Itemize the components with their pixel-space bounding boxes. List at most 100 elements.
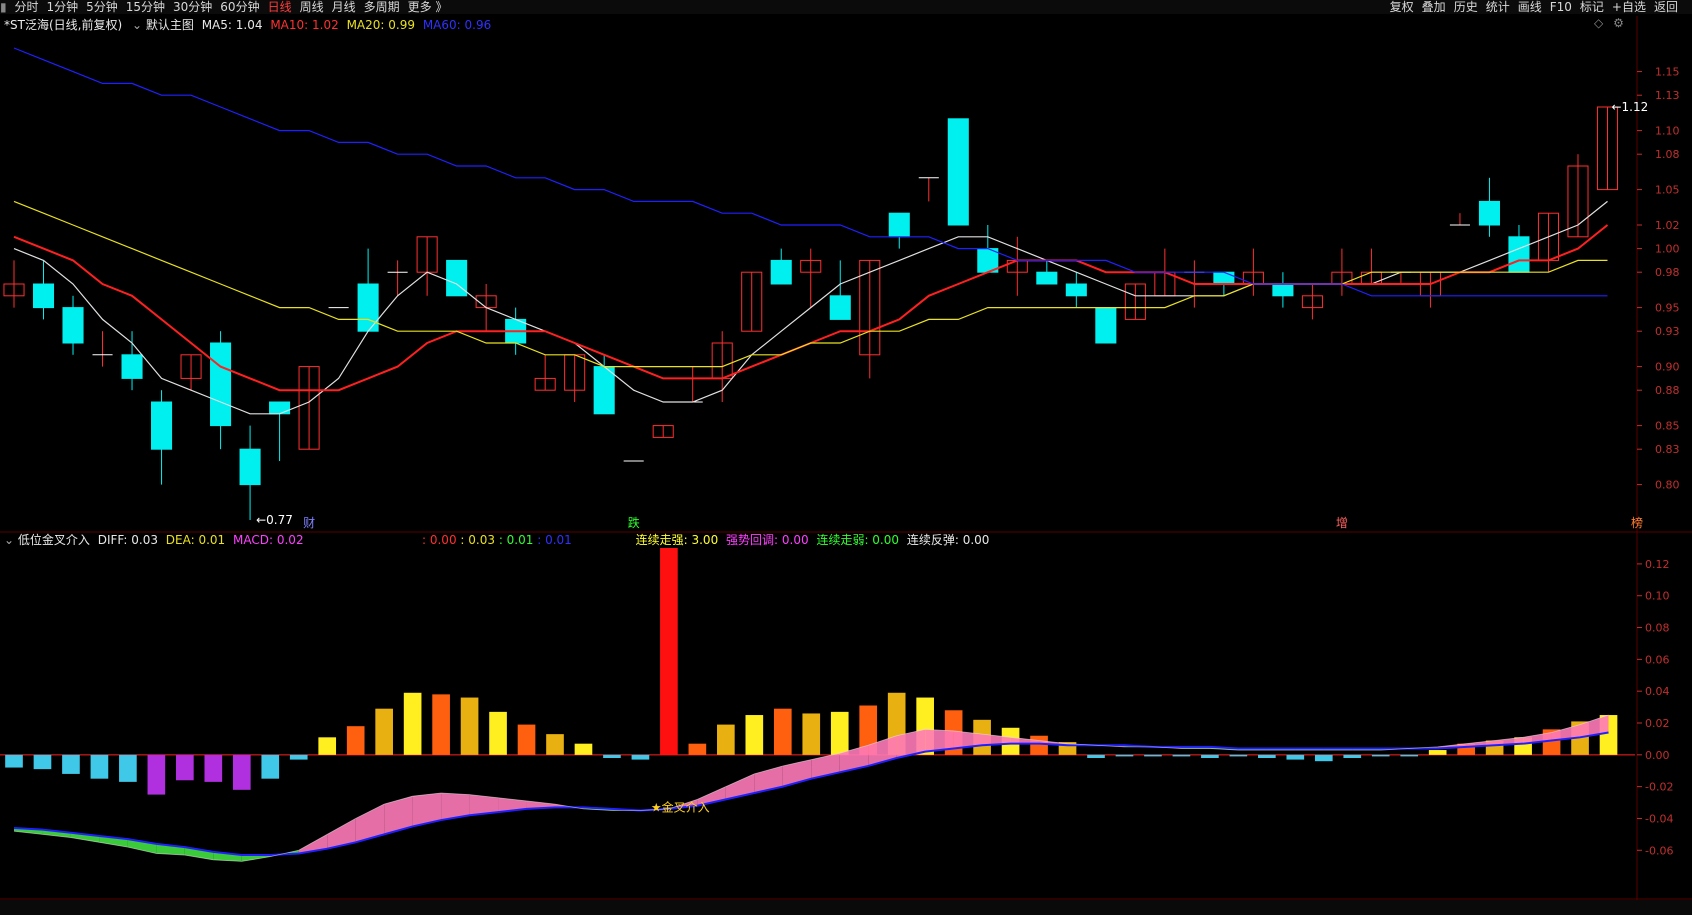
macd-tick-label: 0.04 (1645, 685, 1670, 698)
dea-value: DEA: 0.01 (165, 533, 226, 547)
macd-bar (1087, 754, 1105, 758)
tab-3[interactable]: 15分钟 (126, 0, 165, 14)
tab-0[interactable]: 分时 (14, 0, 38, 14)
candle-body (475, 295, 497, 309)
macd-tick-label: 0.06 (1645, 653, 1670, 666)
candle-body (121, 354, 143, 379)
tab-1[interactable]: 1分钟 (46, 0, 78, 14)
candle-body (977, 248, 999, 273)
menu-icon[interactable]: ▮ (0, 0, 7, 14)
tab-5[interactable]: 60分钟 (220, 0, 259, 14)
tab-10[interactable]: 更多 》 (408, 0, 448, 14)
price-tick-label: 0.98 (1655, 266, 1680, 279)
candle-body (1036, 271, 1058, 285)
tab-8[interactable]: 月线 (332, 0, 356, 14)
macd-bar (176, 754, 194, 781)
candle-body (1596, 106, 1619, 191)
window-controls: ◇ ⚙ (1594, 16, 1624, 30)
toolbar-right-5[interactable]: F10 (1550, 0, 1572, 14)
toolbar-right-0[interactable]: 复权 (1390, 0, 1414, 14)
candle-body (888, 212, 910, 238)
diff-dea-area (1209, 746, 1239, 751)
diff-dea-area (156, 843, 185, 856)
macd-bar (802, 713, 821, 755)
toolbar-right-4[interactable]: 画线 (1518, 0, 1542, 14)
price-tick-label: 1.00 (1655, 243, 1680, 256)
settings-icon[interactable]: ⚙ (1613, 16, 1624, 30)
diff-dea-area (1039, 740, 1068, 746)
diff-dea-area (412, 793, 442, 827)
diff-dea-area (498, 797, 527, 813)
diff-dea-area (384, 796, 413, 835)
indicator-title[interactable]: 低位金叉介入 (18, 533, 90, 547)
low-price-label: ←0.77 (256, 513, 293, 527)
macd-bar (859, 705, 878, 755)
tab-7[interactable]: 周线 (300, 0, 324, 14)
chart-canvas[interactable]: 0.80 0.83 0.85 0.88 0.90 0.93 0.95 0.98 1.00 1.02… (0, 0, 1692, 915)
huitiao-value: 强势回调: 0.00 (726, 533, 809, 547)
diff-dea-area (1580, 715, 1609, 738)
diff-dea-area (99, 835, 128, 848)
candle-body (298, 366, 320, 450)
macd-bar (1144, 754, 1162, 757)
macd-bar (745, 715, 764, 755)
diff-dea-area (1523, 732, 1552, 744)
candle-body (859, 259, 881, 356)
tab-6[interactable]: 日线 (268, 0, 292, 14)
diff-dea-area (1152, 746, 1182, 749)
diff-dea-area (782, 759, 812, 787)
diff-dea-area (1437, 743, 1467, 749)
macd-bar (1172, 754, 1191, 757)
macd-bar (517, 724, 536, 755)
toolbar-right-6[interactable]: 标记 (1580, 0, 1604, 14)
toolbar-right-8[interactable]: 返回 (1654, 0, 1678, 14)
macd-bar (232, 754, 251, 790)
macd-bar (1001, 727, 1020, 755)
diamond-icon[interactable]: ◇ (1594, 16, 1603, 30)
tab-9[interactable]: 多周期 (364, 0, 400, 14)
period-tabs: 分时 1分钟 5分钟 15分钟 30分钟 60分钟 日线 周线 月线 多周期 更多 》 (14, 0, 455, 14)
macd-bar (574, 743, 593, 755)
macd-bar (1400, 754, 1419, 757)
tab-2[interactable]: 5分钟 (86, 0, 118, 14)
macd-bar (631, 754, 650, 760)
toolbar-right-3[interactable]: 统计 (1486, 0, 1510, 14)
diff-dea-area (811, 753, 840, 779)
ma-line-ma60 (13, 47, 1608, 297)
macd-bar (603, 754, 621, 758)
macd-bar (660, 548, 678, 755)
diff-dea-area (1551, 724, 1581, 741)
macd-tick-label: 0.12 (1645, 558, 1670, 571)
toolbar-right-1[interactable]: 叠加 (1422, 0, 1446, 14)
price-tick-label: 0.90 (1655, 361, 1680, 374)
dropdown-icon[interactable]: ⌄ (132, 18, 142, 32)
toolbar-right-2[interactable]: 历史 (1454, 0, 1478, 14)
candle-body (151, 401, 173, 450)
candle-body (416, 236, 438, 273)
macd-bar (289, 754, 308, 760)
macd-bar (147, 754, 166, 795)
chart-name[interactable]: 默认主图 (146, 18, 194, 32)
macd-bar (1514, 737, 1532, 755)
value-4: : 0.01 (537, 533, 572, 547)
macd-bar (62, 754, 80, 774)
diff-dea-area (640, 808, 669, 811)
value-1: : 0.00 (422, 533, 457, 547)
diff-dea-area (1266, 748, 1296, 751)
candle-body (1478, 200, 1500, 226)
toolbar-right-7[interactable]: +自选 (1612, 0, 1646, 14)
ruo-value: 连续走弱: 0.00 (816, 533, 900, 547)
macd-bar (1058, 742, 1077, 755)
diff-dea-area (1295, 748, 1324, 751)
tab-4[interactable]: 30分钟 (173, 0, 212, 14)
dropdown-icon[interactable]: ⌄ (4, 533, 14, 547)
qiang-value: 连续走强: 3.00 (635, 533, 719, 547)
diff-dea-area (42, 829, 71, 838)
candle-body (180, 354, 202, 379)
diff-dea-area (469, 794, 499, 816)
candle-body (1567, 165, 1589, 238)
macd-bar (830, 711, 849, 755)
candle-body (652, 425, 674, 438)
candle-body (1537, 212, 1560, 261)
diff-dea-area (355, 804, 385, 843)
